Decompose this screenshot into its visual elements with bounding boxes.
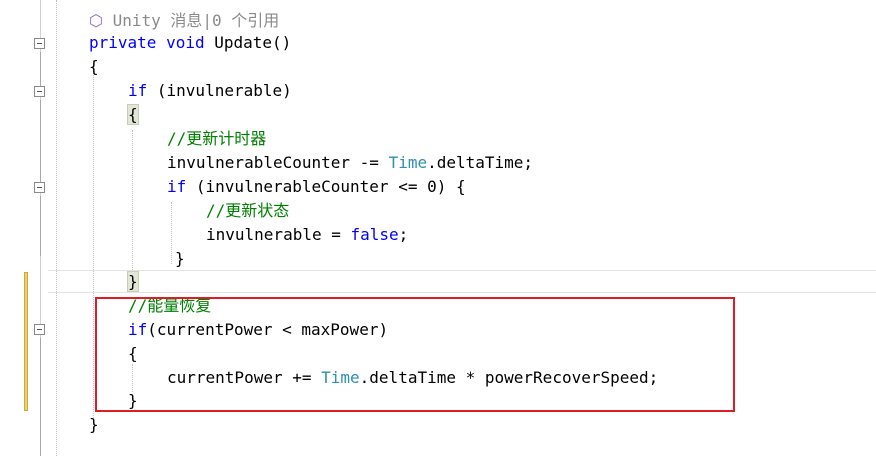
fold-collapse-method-icon[interactable] [34,38,45,49]
current-line-indicator [48,270,876,293]
indent-guide [171,202,172,264]
statement-text: invulnerable = [206,225,351,244]
code-line-comment-timer[interactable]: //更新计时器 [167,127,266,151]
brace: { [89,57,99,76]
code-editor[interactable]: ⬡ Unity 消息|0 个引用 private void Update() {… [0,0,876,456]
change-marker-bar [24,272,28,411]
codelens-annotation[interactable]: ⬡ Unity 消息|0 个引用 [89,9,279,33]
fold-stem [40,338,41,456]
code-line-comment-state[interactable]: //更新状态 [206,199,289,223]
type-time: Time [388,153,428,172]
code-line-open-brace[interactable]: { [89,55,99,79]
method-name: Update() [214,33,292,52]
fold-stem [40,100,41,182]
statement-end: ; [398,225,409,244]
codelens-text: Unity 消息|0 个引用 [112,11,280,30]
text-caret [137,274,139,291]
red-annotation-box [95,297,735,412]
unity-cube-icon: ⬡ [89,11,103,30]
fold-collapse-inner-if-icon[interactable] [34,182,45,193]
condition-text: (invulnerable) [147,81,292,100]
indent-guide [93,60,94,422]
keyword-false: false [350,225,399,244]
comment-text: //更新状态 [206,201,290,220]
code-line-assign-false[interactable]: invulnerable = false; [206,223,408,247]
indent-guide [132,130,133,270]
keyword-if: if [128,81,148,100]
statement-text: invulnerableCounter -= [167,153,389,172]
code-line-signature[interactable]: private void Update() [89,31,291,55]
gutter-dotted-separator [56,0,57,456]
matched-brace: } [127,271,139,292]
matched-brace: { [127,104,139,125]
fold-collapse-if-icon[interactable] [34,86,45,97]
code-line-close-brace-method[interactable]: } [89,413,99,437]
brace: } [175,249,185,268]
code-line-open-brace[interactable]: { [127,103,139,127]
comment-text: //更新计时器 [167,129,267,148]
code-line-counter-decrement[interactable]: invulnerableCounter -= Time.deltaTime; [167,151,533,175]
brace: } [89,415,99,434]
keyword-if: if [167,177,187,196]
condition-text: (invulnerableCounter <= 0) { [186,177,466,196]
code-line-close-brace[interactable]: } [175,247,185,271]
code-line-if-counter[interactable]: if (invulnerableCounter <= 0) { [167,175,466,199]
code-line-close-brace-current[interactable]: } [127,270,139,294]
fold-stem [40,196,41,256]
fold-collapse-power-if-icon[interactable] [34,324,45,335]
keyword-private: private [89,33,157,52]
code-line-if-invulnerable[interactable]: if (invulnerable) [128,79,292,103]
statement-text: .deltaTime; [427,153,534,172]
keyword-void: void [166,33,205,52]
